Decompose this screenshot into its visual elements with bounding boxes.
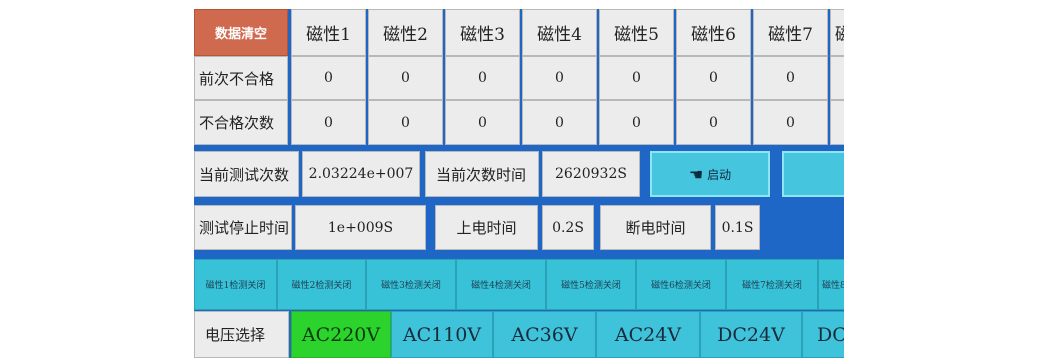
power-on-time-label: 上电时间 — [435, 205, 538, 250]
header-magnetic-2: 磁性2 — [368, 9, 443, 56]
voltage-option-ac220v[interactable]: AC220V — [291, 311, 391, 358]
last-fail-value-6: 0 — [676, 56, 751, 100]
power-on-time-value[interactable]: 0.2S — [542, 205, 594, 250]
fail-count-value-2: 0 — [368, 100, 443, 145]
magnetic-7-detection-toggle[interactable]: 磁性7检测关闭 — [726, 259, 818, 310]
header-magnetic-6: 磁性6 — [676, 9, 751, 56]
fail-count-value-8 — [830, 100, 844, 145]
fail-count-value-7: 0 — [753, 100, 828, 145]
hand-pointer-icon: ☚ — [688, 164, 704, 184]
magnetic-4-detection-toggle[interactable]: 磁性4检测关闭 — [456, 259, 546, 310]
row-label-last-fail: 前次不合格 — [194, 56, 288, 100]
last-fail-value-2: 0 — [368, 56, 443, 100]
stop-button[interactable]: 停 — [782, 151, 844, 197]
current-test-count-value: 2.03224e+007 — [302, 151, 420, 197]
power-off-time-value[interactable]: 0.1S — [715, 205, 760, 250]
voltage-option-dc24v[interactable]: DC24V — [700, 311, 802, 358]
start-button-label: 启动 — [707, 167, 732, 182]
header-magnetic-1: 磁性1 — [291, 9, 366, 56]
fail-count-value-6: 0 — [676, 100, 751, 145]
fail-count-value-4: 0 — [522, 100, 597, 145]
header-magnetic-5: 磁性5 — [599, 9, 674, 56]
header-magnetic-3: 磁性3 — [445, 9, 520, 56]
current-test-count-label: 当前测试次数 — [194, 151, 299, 197]
last-fail-value-5: 0 — [599, 56, 674, 100]
header-magnetic-4: 磁性4 — [522, 9, 597, 56]
magnetic-2-detection-toggle[interactable]: 磁性2检测关闭 — [277, 259, 366, 310]
last-fail-value-7: 0 — [753, 56, 828, 100]
magnetic-6-detection-toggle[interactable]: 磁性6检测关闭 — [636, 259, 726, 310]
control-panel: 数据清空 磁性1 磁性2 磁性3 磁性4 磁性5 磁性6 磁性7 磁 前次不合格… — [194, 9, 844, 358]
fail-count-value-5: 0 — [599, 100, 674, 145]
last-fail-value-4: 0 — [522, 56, 597, 100]
current-count-time-label: 当前次数时间 — [425, 151, 539, 197]
fail-count-value-3: 0 — [445, 100, 520, 145]
voltage-option-ac110v[interactable]: AC110V — [391, 311, 493, 358]
clear-data-button[interactable]: 数据清空 — [194, 9, 288, 56]
fail-count-value-1: 0 — [291, 100, 366, 145]
row-label-fail-count: 不合格次数 — [194, 100, 288, 145]
header-magnetic-8: 磁 — [830, 9, 844, 56]
voltage-select-label: 电压选择 — [194, 311, 289, 358]
magnetic-8-detection-toggle[interactable]: 磁性8 — [818, 259, 844, 310]
voltage-option-ac36v[interactable]: AC36V — [493, 311, 596, 358]
header-magnetic-7: 磁性7 — [753, 9, 828, 56]
current-count-time-value: 2620932S — [542, 151, 640, 197]
test-stop-time-value[interactable]: 1e+009S — [295, 205, 426, 250]
voltage-option-ac24v[interactable]: AC24V — [596, 311, 700, 358]
magnetic-5-detection-toggle[interactable]: 磁性5检测关闭 — [546, 259, 636, 310]
power-off-time-label: 断电时间 — [600, 205, 711, 250]
voltage-option-dc[interactable]: DC — [802, 311, 844, 358]
last-fail-value-1: 0 — [291, 56, 366, 100]
last-fail-value-3: 0 — [445, 56, 520, 100]
last-fail-value-8 — [830, 56, 844, 100]
magnetic-3-detection-toggle[interactable]: 磁性3检测关闭 — [366, 259, 456, 310]
test-stop-time-label: 测试停止时间 — [194, 205, 292, 250]
start-button[interactable]: ☚ 启动 — [650, 151, 770, 197]
magnetic-1-detection-toggle[interactable]: 磁性1检测关闭 — [194, 259, 277, 310]
